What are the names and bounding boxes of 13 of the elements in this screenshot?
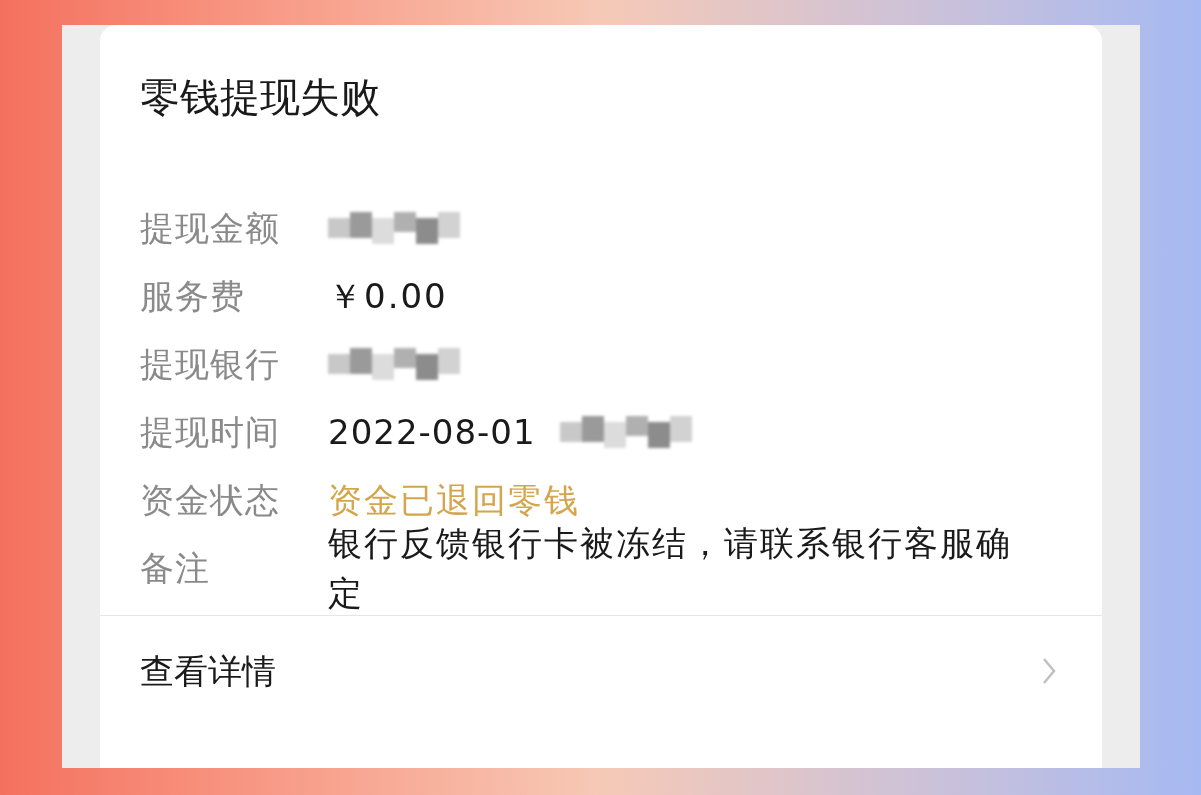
status-value: 资金已退回零钱 <box>328 479 580 522</box>
detail-label: 提现金额 <box>140 207 281 250</box>
detail-value: 银行反馈银行卡被冻结，请联系银行客服确定 <box>328 522 1013 615</box>
detail-label: 资金状态 <box>140 479 281 522</box>
page-title: 零钱提现失败 <box>139 73 381 122</box>
view-details-link[interactable]: 查看详情 <box>100 616 1102 696</box>
detail-label: 备注 <box>140 547 211 590</box>
detail-value: ￥0.00 <box>328 275 449 318</box>
detail-label: 提现银行 <box>140 343 281 386</box>
detail-value: 2022-08-01 <box>328 411 536 454</box>
chevron-right-icon <box>1042 657 1056 685</box>
detail-label: 提现时间 <box>140 411 281 454</box>
detail-label: 服务费 <box>140 275 246 318</box>
